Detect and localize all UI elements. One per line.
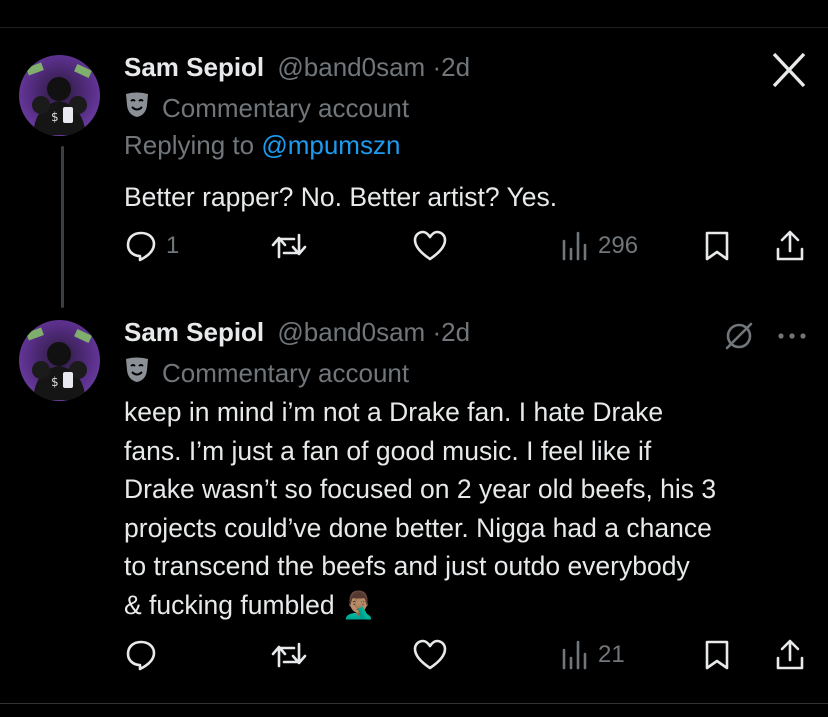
share-button[interactable] <box>774 229 806 263</box>
mute-button[interactable] <box>722 319 756 353</box>
account-badge: Commentary account <box>124 91 409 126</box>
reply-count: 1 <box>166 232 180 259</box>
retweet-icon <box>271 642 307 668</box>
text-line: fans. I’m just a fan of good music. I fe… <box>124 435 652 466</box>
reply-button[interactable]: 1 <box>124 229 179 263</box>
views-button[interactable]: 296 <box>560 229 638 263</box>
display-name[interactable]: Sam Sepiol <box>124 52 264 82</box>
bookmark-icon <box>705 640 729 670</box>
avatar[interactable]: $ <box>19 55 100 136</box>
tweet-1[interactable]: $ Sam Sepiol @band0sam ·2d Commentary ac… <box>0 0 828 308</box>
retweet-button[interactable] <box>270 229 308 263</box>
x-close-icon <box>772 52 806 88</box>
bookmark-button[interactable] <box>703 229 731 263</box>
theater-mask-icon <box>124 356 150 391</box>
mention-link[interactable]: @mpumszn <box>261 130 400 160</box>
views-count: 21 <box>598 641 625 668</box>
views-button[interactable]: 21 <box>560 638 625 672</box>
views-count: 296 <box>598 232 639 259</box>
share-icon <box>776 230 804 261</box>
share-icon <box>776 639 804 670</box>
text-line: & fucking fumbled 🤦🏽‍♂️ <box>124 589 375 620</box>
separator-dot: · <box>432 317 442 347</box>
mute-icon <box>725 322 753 350</box>
like-button[interactable] <box>412 229 448 263</box>
thread-line <box>61 146 64 308</box>
tweet-header: Sam Sepiol @band0sam ·2d <box>124 317 470 348</box>
separator-dot: · <box>432 52 442 82</box>
display-name[interactable]: Sam Sepiol <box>124 317 264 347</box>
tweet-header: Sam Sepiol @band0sam ·2d <box>124 52 470 83</box>
badge-label: Commentary account <box>162 93 410 123</box>
heart-icon <box>413 639 447 670</box>
retweet-button[interactable] <box>270 638 308 672</box>
text-line: to transcend the beefs and just outdo ev… <box>124 551 690 581</box>
more-button[interactable] <box>776 326 808 346</box>
text-line: keep in mind i’m not a Drake fan. I hate… <box>124 397 664 427</box>
bookmark-icon <box>705 231 729 261</box>
reply-button[interactable] <box>124 638 158 672</box>
tweet-text: Better rapper? No. Better artist? Yes. <box>124 182 558 212</box>
share-button[interactable] <box>774 638 806 672</box>
text-line: Drake wasn’t so focused on 2 year old be… <box>124 474 717 504</box>
timestamp[interactable]: 2d <box>441 52 470 82</box>
reply-icon <box>126 640 156 671</box>
replying-prefix: Replying to <box>124 130 262 160</box>
account-badge: Commentary account <box>124 356 409 391</box>
timestamp[interactable]: 2d <box>441 317 470 347</box>
bookmark-button[interactable] <box>703 638 731 672</box>
svg-text:$: $ <box>51 110 59 124</box>
heart-icon <box>413 230 447 261</box>
retweet-icon <box>271 233 307 259</box>
text-line: projects could’ve done better. Nigga had… <box>124 512 712 543</box>
svg-text:$: $ <box>51 375 59 389</box>
handle[interactable]: @band0sam <box>277 317 425 347</box>
badge-label: Commentary account <box>162 358 410 388</box>
reply-icon <box>126 231 156 262</box>
avatar[interactable]: $ <box>19 320 100 401</box>
action-bar: 21 <box>0 638 828 678</box>
like-button[interactable] <box>412 638 448 672</box>
close-button[interactable] <box>770 52 808 88</box>
replying-to: Replying to @mpumszn <box>124 130 400 161</box>
tweet-2[interactable]: $ Sam Sepiol @band0sam ·2d Commentary ac… <box>0 300 828 703</box>
views-icon <box>562 231 587 261</box>
bottom-divider <box>0 703 828 704</box>
more-icon <box>778 333 806 339</box>
theater-mask-icon <box>124 91 150 126</box>
action-bar: 1 296 <box>0 229 828 269</box>
tweet-text: keep in mind i’m not a Drake fan. I hate… <box>124 393 716 624</box>
handle[interactable]: @band0sam <box>277 52 425 82</box>
views-icon <box>562 640 587 670</box>
